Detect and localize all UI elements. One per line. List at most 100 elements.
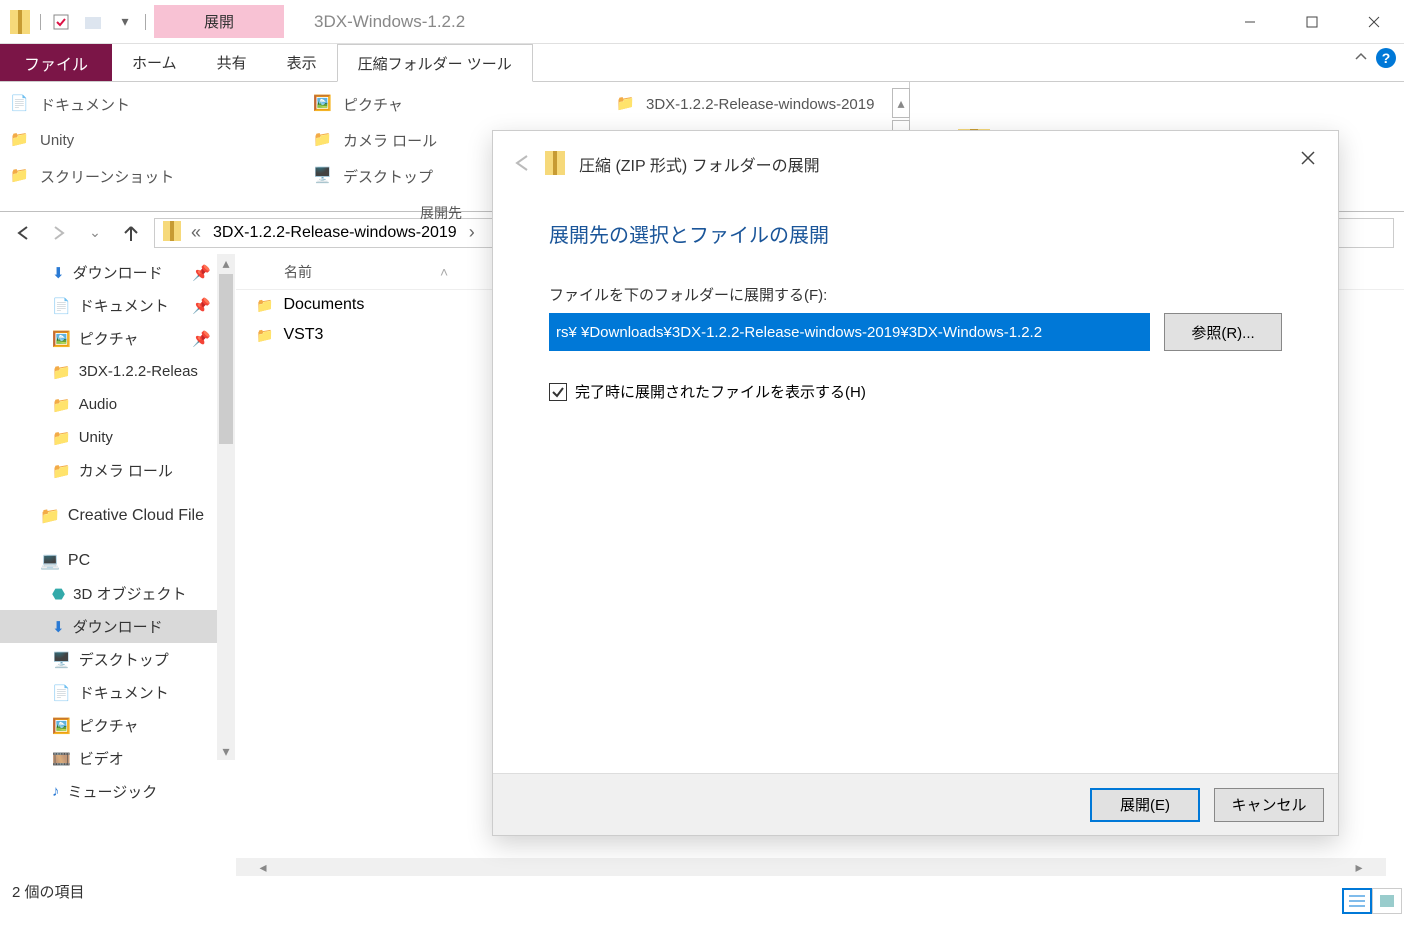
horizontal-scrollbar[interactable]: ◂ ▸ xyxy=(236,858,1386,876)
item-count: 2 個の項目 xyxy=(12,881,85,902)
checkbox-label: 完了時に展開されたファイルを表示する(H) xyxy=(575,381,866,402)
file-name: VST3 xyxy=(283,326,323,344)
folder-icon: 📁 xyxy=(616,94,638,114)
tree-item-documents[interactable]: 📄ドキュメント📌 xyxy=(0,289,235,322)
tree-label: ダウンロード xyxy=(73,616,163,637)
tab-compressed-folder-tools[interactable]: 圧縮フォルダー ツール xyxy=(337,44,533,82)
download-icon: ⬇ xyxy=(52,264,65,282)
properties-icon[interactable] xyxy=(49,8,73,36)
new-folder-icon[interactable] xyxy=(81,8,105,36)
zip-folder-icon xyxy=(545,151,567,177)
tree-item-documents-pc[interactable]: 📄ドキュメント xyxy=(0,676,235,709)
breadcrumb-item[interactable]: 3DX-1.2.2-Release-windows-2019 xyxy=(207,224,463,242)
help-icon[interactable]: ? xyxy=(1376,48,1396,68)
destination-pictures[interactable]: 🖼️ ピクチャ xyxy=(303,86,599,122)
tree-item-pc[interactable]: 💻PC xyxy=(0,544,235,577)
tab-share[interactable]: 共有 xyxy=(197,44,267,81)
tree-item-downloads[interactable]: ⬇ダウンロード📌 xyxy=(0,256,235,289)
tab-file[interactable]: ファイル xyxy=(0,44,112,81)
cancel-button[interactable]: キャンセル xyxy=(1214,788,1324,822)
scroll-up-icon[interactable]: ▴ xyxy=(217,254,235,272)
maximize-button[interactable] xyxy=(1282,0,1342,44)
close-button[interactable] xyxy=(1344,0,1404,44)
tree-item-3dx[interactable]: 📁3DX-1.2.2-Releas xyxy=(0,355,235,388)
tree-item-pictures[interactable]: 🖼️ピクチャ📌 xyxy=(0,322,235,355)
dialog-close-button[interactable] xyxy=(1288,143,1328,173)
tab-home[interactable]: ホーム xyxy=(112,44,197,81)
scroll-thumb[interactable] xyxy=(219,274,233,444)
navigation-tree: ▴ ▾ ⬇ダウンロード📌 📄ドキュメント📌 🖼️ピクチャ📌 📁3DX-1.2.2… xyxy=(0,254,236,876)
tree-item-music[interactable]: ♪ミュージック xyxy=(0,775,235,808)
title-bar: ▾ 展開 3DX-Windows-1.2.2 xyxy=(0,0,1404,44)
tree-label: ダウンロード xyxy=(73,262,163,283)
tree-label: PC xyxy=(68,552,90,570)
folder-icon: 📁 xyxy=(52,462,71,480)
ribbon-collapse-icon[interactable] xyxy=(1354,50,1368,67)
scroll-left-icon[interactable]: ◂ xyxy=(254,859,272,876)
tree-item-creative-cloud[interactable]: 📁Creative Cloud File xyxy=(0,499,235,532)
nav-back-button[interactable] xyxy=(10,220,36,246)
tree-item-desktop[interactable]: 🖥️デスクトップ xyxy=(0,643,235,676)
tree-item-pictures-pc[interactable]: 🖼️ピクチャ xyxy=(0,709,235,742)
scroll-right-icon[interactable]: ▸ xyxy=(1350,859,1368,876)
tree-label: カメラ ロール xyxy=(79,460,173,481)
dest-label: Unity xyxy=(40,132,74,149)
scroll-down-icon[interactable]: ▾ xyxy=(217,742,235,760)
tree-item-downloads-pc[interactable]: ⬇ ダウンロード xyxy=(0,610,235,643)
thumbnails-view-button[interactable] xyxy=(1372,888,1402,914)
sort-indicator-icon: ˄ xyxy=(440,264,448,280)
music-icon: ♪ xyxy=(52,783,60,800)
dest-label: ピクチャ xyxy=(343,94,403,115)
dest-label: 3DX-1.2.2-Release-windows-2019 xyxy=(646,96,874,113)
tree-item-unity[interactable]: 📁 Unity xyxy=(0,421,235,454)
ribbon-tabs: ファイル ホーム 共有 表示 圧縮フォルダー ツール xyxy=(0,44,1404,82)
folder-icon: 📁 xyxy=(52,363,71,381)
extract-dialog: 圧縮 (ZIP 形式) フォルダーの展開 展開先の選択とファイルの展開 ファイル… xyxy=(492,130,1339,836)
tab-view[interactable]: 表示 xyxy=(267,44,337,81)
destination-3dx-release[interactable]: 📁 3DX-1.2.2-Release-windows-2019 xyxy=(606,86,902,122)
destination-unity[interactable]: 📁Unity xyxy=(0,122,296,158)
extract-path-input[interactable]: rs¥ ¥Downloads¥3DX-1.2.2-Release-windows… xyxy=(549,313,1150,351)
tree-item-3d-objects[interactable]: ⬣3D オブジェクト xyxy=(0,577,235,610)
folder-icon: 📁 xyxy=(52,396,71,414)
browse-button[interactable]: 参照(R)... xyxy=(1164,313,1282,351)
tree-item-videos[interactable]: 🎞️ビデオ xyxy=(0,742,235,775)
tree-label: Unity xyxy=(79,429,113,446)
details-view-button[interactable] xyxy=(1342,888,1372,914)
breadcrumb-chevrons[interactable]: « xyxy=(185,222,207,243)
folder-icon: 📁 xyxy=(10,166,32,186)
destination-screenshots[interactable]: 📁 スクリーンショット xyxy=(0,158,296,194)
column-name[interactable]: 名前 xyxy=(276,262,320,282)
nav-history-dropdown[interactable]: ⌄ xyxy=(82,220,108,246)
gallery-up-icon[interactable]: ▴ xyxy=(892,88,910,118)
destination-documents[interactable]: 📄ドキュメント xyxy=(0,86,296,122)
picture-icon: 🖼️ xyxy=(313,94,335,114)
tree-label: ピクチャ xyxy=(79,328,139,349)
picture-icon: 🖼️ xyxy=(52,330,71,348)
tree-label: Audio xyxy=(79,396,117,413)
dest-label: ドキュメント xyxy=(40,94,130,115)
tree-label: 3D オブジェクト xyxy=(73,583,186,604)
tree-item-audio[interactable]: 📁 Audio xyxy=(0,388,235,421)
download-icon: ⬇ xyxy=(52,618,65,636)
dialog-header: 圧縮 (ZIP 形式) フォルダーの展開 xyxy=(493,131,1338,189)
minimize-button[interactable] xyxy=(1220,0,1280,44)
breadcrumb-chevron-icon[interactable]: › xyxy=(463,222,481,243)
tree-item-camera-roll[interactable]: 📁 カメラ ロール xyxy=(0,454,235,487)
tree-scrollbar[interactable]: ▴ ▾ xyxy=(217,254,235,760)
show-files-checkbox[interactable]: 完了時に展開されたファイルを表示する(H) xyxy=(549,381,1282,402)
folder-icon: 📁 xyxy=(313,130,335,150)
tree-label: ドキュメント xyxy=(79,682,169,703)
video-icon: 🎞️ xyxy=(52,750,71,768)
zip-file-icon xyxy=(8,8,32,36)
file-name: Documents xyxy=(283,296,364,314)
extract-button[interactable]: 展開(E) xyxy=(1090,788,1200,822)
folder-icon: 📁 xyxy=(52,429,71,447)
nav-forward-button[interactable] xyxy=(46,220,72,246)
desktop-icon: 🖥️ xyxy=(313,166,335,186)
nav-up-button[interactable] xyxy=(118,220,144,246)
dest-label: スクリーンショット xyxy=(40,166,174,187)
dialog-body: 展開先の選択とファイルの展開 ファイルを下のフォルダーに展開する(F): rs¥… xyxy=(493,189,1338,773)
qat-dropdown-icon[interactable]: ▾ xyxy=(113,8,137,36)
path-label: ファイルを下のフォルダーに展開する(F): xyxy=(549,284,1282,305)
